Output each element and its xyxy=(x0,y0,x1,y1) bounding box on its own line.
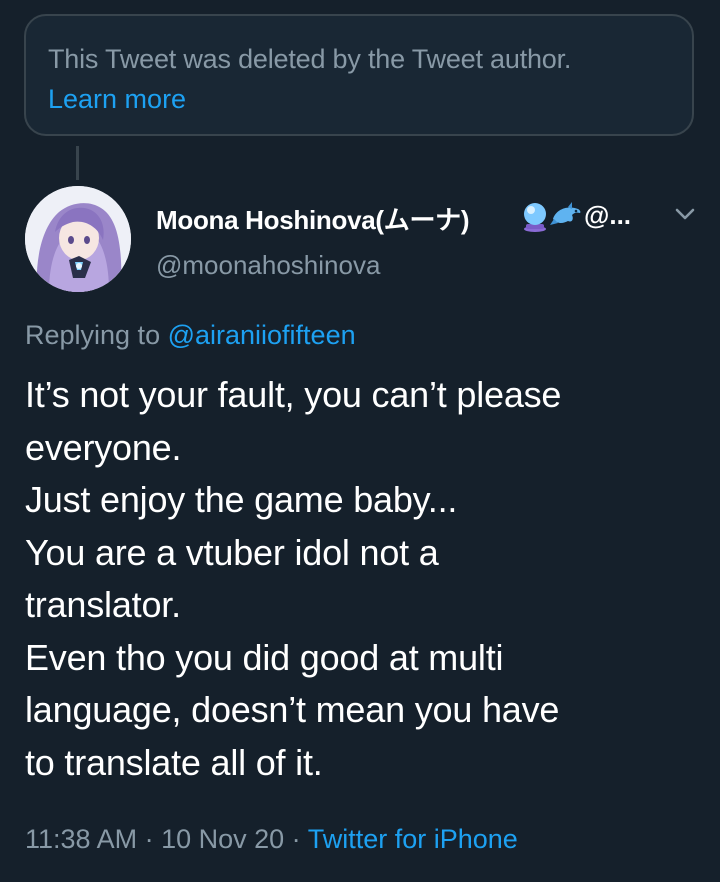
meta-separator: · xyxy=(137,824,162,854)
author-name-overflow: @... xyxy=(584,200,632,230)
avatar[interactable] xyxy=(25,186,131,292)
learn-more-link[interactable]: Learn more xyxy=(48,84,186,115)
crystal-ball-icon xyxy=(524,203,546,232)
tweet-time[interactable]: 11:38 AM xyxy=(25,824,137,854)
replying-to: Replying to @airaniiofifteen xyxy=(25,320,356,351)
tweet-date[interactable]: 10 Nov 20 xyxy=(161,824,284,854)
tweet-text-line: language, doesn’t mean you have xyxy=(25,689,560,730)
tweet-text-line: Just enjoy the game baby... xyxy=(25,479,458,520)
dolphin-icon xyxy=(550,202,581,225)
deleted-tweet-message: This Tweet was deleted by the Tweet auth… xyxy=(48,44,572,74)
thread-connector-line xyxy=(76,146,79,180)
tweet-text-line: everyone. xyxy=(25,426,182,468)
tweet-text-line: It’s not your fault, you can’t please xyxy=(25,374,562,415)
tweet-text-line: translator. xyxy=(25,584,181,625)
tweet-text: It’s not your fault, you can’t please ev… xyxy=(25,369,705,789)
chevron-down-icon[interactable] xyxy=(671,203,699,225)
tweet-text-line: You are a vtuber idol not a xyxy=(25,531,439,573)
tweet-text-line: to translate all of it. xyxy=(25,741,323,783)
meta-separator: · xyxy=(284,824,308,854)
reply-mention-link[interactable]: @airaniiofifteen xyxy=(168,320,356,350)
deleted-tweet-card: This Tweet was deleted by the Tweet auth… xyxy=(24,14,694,136)
author-display-name[interactable]: Moona Hoshinova(ムーナ) xyxy=(156,200,470,237)
tweet-source-link[interactable]: Twitter for iPhone xyxy=(308,824,518,854)
tweet-meta: 11:38 AM · 10 Nov 20 · Twitter for iPhon… xyxy=(25,824,518,855)
replying-to-label: Replying to xyxy=(25,320,168,350)
tweet-text-line: Even tho you did good at multi xyxy=(25,636,504,678)
author-handle[interactable]: @moonahoshinova xyxy=(156,250,380,281)
avatar-illustration xyxy=(25,186,131,292)
